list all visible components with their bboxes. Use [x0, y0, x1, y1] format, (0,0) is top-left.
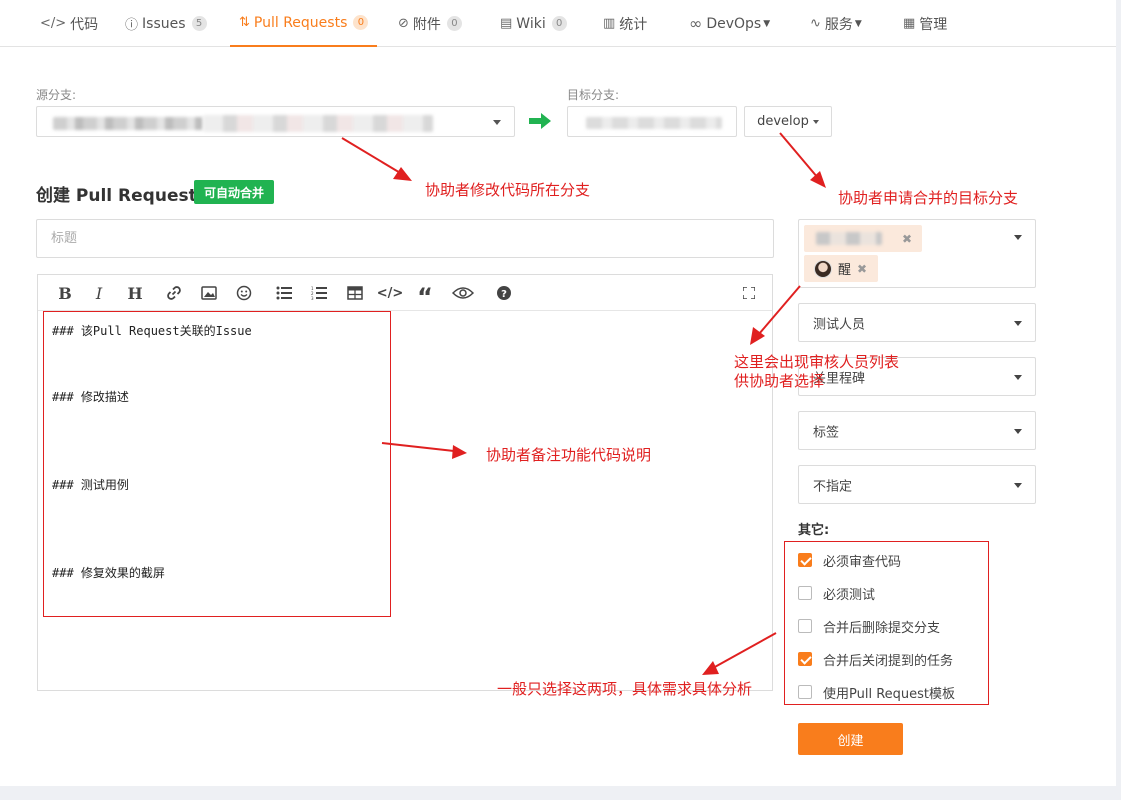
redacted-branch-name: [53, 117, 203, 130]
count-badge: 0: [446, 16, 462, 31]
testers-placeholder: 测试人员: [813, 317, 866, 332]
svg-text:?: ?: [501, 289, 507, 300]
chevron-down-icon: [1014, 482, 1022, 488]
tab-stats[interactable]: ▥ 统计: [603, 0, 647, 47]
tab-label: 附件: [412, 16, 441, 33]
annotation-note: 协助者修改代码所在分支: [425, 181, 591, 199]
numbered-list-icon[interactable]: 123: [308, 283, 330, 303]
annotation-note: 一般只选择这两项，具体需求具体分析: [497, 680, 753, 698]
reviewers-select[interactable]: ✖ 醒 ✖: [798, 219, 1036, 288]
code-block-icon[interactable]: </>: [377, 283, 404, 303]
reviewer-name: 醒: [838, 263, 852, 278]
tab-issues[interactable]: ⓘ Issues 5: [125, 0, 207, 47]
bold-icon[interactable]: B: [54, 283, 76, 303]
tab-label: Pull Requests: [253, 14, 348, 31]
annotation-note: 协助者备注功能代码说明: [486, 446, 652, 464]
tab-attachments[interactable]: ⊘ 附件 0: [398, 0, 462, 47]
annotation-box-options: [784, 541, 989, 705]
chevron-down-icon: [1014, 320, 1022, 326]
fullscreen-icon[interactable]: [738, 283, 760, 303]
link-icon[interactable]: [163, 283, 185, 303]
emoji-icon[interactable]: [233, 283, 255, 303]
paperclip-icon: ⊘: [398, 16, 409, 31]
chevron-down-icon: [1014, 374, 1022, 380]
redacted-repo-name: [586, 117, 722, 129]
page-title: 创建 Pull Request: [36, 186, 197, 206]
other-options-label: 其它:: [798, 523, 830, 538]
image-icon[interactable]: [198, 283, 220, 303]
tab-label: 统计: [619, 16, 648, 33]
tab-label: Wiki: [516, 15, 546, 32]
avatar: [814, 259, 832, 278]
book-icon: ▤: [500, 16, 513, 31]
chevron-down-icon: ▼: [763, 18, 771, 29]
source-branch-select[interactable]: [36, 106, 515, 137]
annotation-box-editor: [43, 311, 391, 617]
count-badge: 5: [191, 16, 207, 31]
labels-select[interactable]: 标签: [798, 411, 1036, 450]
bar-chart-icon: ▥: [603, 16, 616, 31]
chevron-down-icon: [812, 119, 819, 124]
editor-toolbar: B I H 123 </> “ ?: [38, 275, 772, 311]
document-icon: ▦: [903, 16, 916, 31]
tab-services[interactable]: ∿ 服务 ▼: [810, 0, 862, 47]
tab-label: 管理: [919, 16, 948, 33]
title-input[interactable]: [36, 219, 774, 258]
target-branch-select[interactable]: develop: [744, 106, 832, 137]
arrow-right-icon: [529, 113, 551, 129]
chevron-down-icon: ▼: [854, 18, 862, 29]
count-badge: 0: [551, 16, 567, 31]
source-branch-label: 源分支:: [36, 88, 77, 102]
tab-code[interactable]: </> 代码: [40, 0, 98, 47]
count-badge: 0: [353, 15, 369, 30]
reviewer-chip: ✖: [804, 225, 922, 252]
chevron-down-icon: [493, 120, 501, 125]
italic-icon[interactable]: I: [88, 283, 110, 303]
chevron-down-icon: [1014, 428, 1022, 434]
preview-eye-icon[interactable]: [452, 283, 474, 303]
tab-label: 代码: [70, 16, 99, 33]
tab-label: Issues: [142, 15, 186, 32]
pull-request-icon: ⇅: [239, 15, 250, 30]
tab-pull-requests[interactable]: ⇅ Pull Requests 0: [230, 0, 378, 47]
target-branch-label: 目标分支:: [567, 88, 620, 102]
priority-select[interactable]: 不指定: [798, 465, 1036, 504]
chevron-down-icon: [1014, 235, 1022, 240]
infinity-icon: ∞: [689, 14, 703, 33]
labels-placeholder: 标签: [813, 425, 840, 440]
target-repo-select[interactable]: [567, 106, 737, 137]
priority-value: 不指定: [813, 479, 853, 494]
bullet-list-icon[interactable]: [273, 283, 295, 303]
svg-text:3: 3: [311, 296, 314, 300]
page: </> 代码 ⓘ Issues 5 ⇅ Pull Requests 0 ⊘ 附件…: [0, 0, 1116, 786]
close-icon[interactable]: ✖: [857, 262, 867, 276]
table-icon[interactable]: [344, 283, 366, 303]
annotation-note: 协助者申请合并的目标分支: [838, 189, 1019, 207]
redacted-branch-name: [203, 115, 433, 132]
issue-icon: ⓘ: [125, 18, 139, 33]
reviewer-chip: 醒 ✖: [804, 255, 878, 282]
annotation-note: 这里会出现审核人员列表: [734, 353, 900, 371]
redacted-reviewer-name: [816, 232, 882, 245]
help-icon[interactable]: ?: [493, 283, 515, 303]
tab-devops[interactable]: ∞ DevOps ▼: [689, 0, 770, 47]
heading-icon[interactable]: H: [124, 283, 146, 303]
annotation-note: 供协助者选择: [734, 372, 825, 390]
tab-label: DevOps: [706, 15, 762, 32]
repo-tabs: </> 代码 ⓘ Issues 5 ⇅ Pull Requests 0 ⊘ 附件…: [0, 0, 1116, 47]
tab-label: 服务: [824, 16, 853, 33]
quote-icon[interactable]: “: [414, 283, 436, 311]
tab-admin[interactable]: ▦ 管理: [903, 0, 947, 47]
tab-wiki[interactable]: ▤ Wiki 0: [500, 0, 567, 47]
code-icon: </>: [40, 16, 67, 31]
testers-select[interactable]: 测试人员: [798, 303, 1036, 342]
pulse-icon: ∿: [810, 16, 821, 31]
status-badge: 可自动合并: [194, 180, 274, 204]
create-button[interactable]: 创建: [798, 723, 903, 755]
target-branch-value: develop: [757, 114, 809, 129]
close-icon[interactable]: ✖: [902, 232, 912, 246]
